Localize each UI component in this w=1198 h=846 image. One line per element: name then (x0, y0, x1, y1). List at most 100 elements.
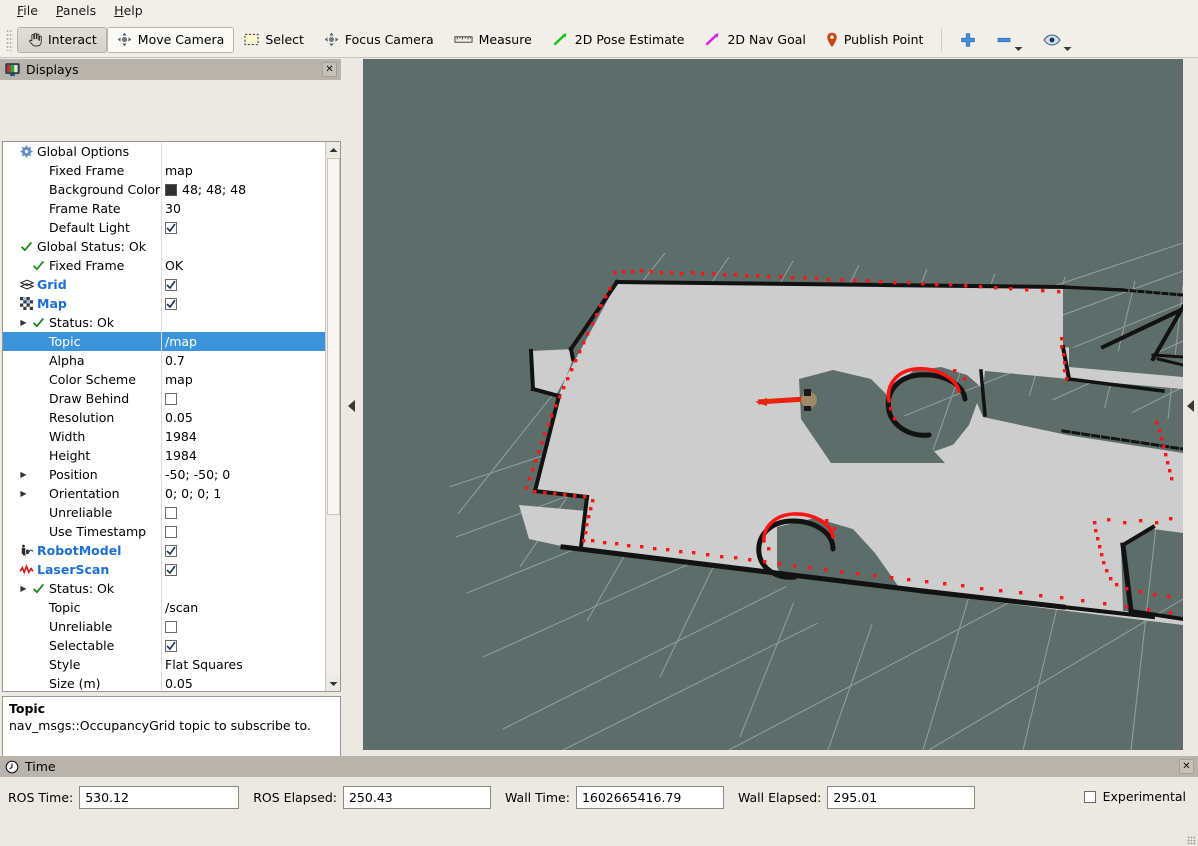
tree-row[interactable]: Unreliable (3, 617, 326, 636)
tree-row-value-cell[interactable] (161, 545, 326, 557)
tree-row-value-cell[interactable]: map (161, 372, 326, 387)
time-close-button[interactable]: ✕ (1179, 759, 1194, 774)
tree-row[interactable]: ▶Position-50; -50; 0 (3, 465, 326, 484)
tree-row[interactable]: Fixed Framemap (3, 161, 326, 180)
render-viewport-3d[interactable] (363, 59, 1183, 750)
tree-row[interactable]: Topic/map (3, 332, 326, 351)
tool-select[interactable]: Select (234, 27, 314, 53)
scroll-down-arrow-icon[interactable] (326, 676, 341, 691)
ros-elapsed-input[interactable]: 250.43 (343, 786, 491, 809)
experimental-checkbox-group[interactable]: Experimental (1084, 789, 1186, 804)
tool-2d-nav-goal[interactable]: 2D Nav Goal (694, 27, 815, 53)
tree-row[interactable]: Global Status: Ok (3, 237, 326, 256)
tree-row-checkbox[interactable] (165, 222, 177, 234)
wall-time-input[interactable]: 1602665416.79 (576, 786, 724, 809)
tool-move-camera[interactable]: Move Camera (107, 27, 235, 53)
tree-row[interactable]: ▶Status: Ok (3, 579, 326, 598)
tree-row[interactable]: Global Options (3, 142, 326, 161)
tool-measure[interactable]: Measure (444, 27, 542, 53)
tree-column-divider[interactable] (161, 142, 162, 691)
tool-focus-camera[interactable]: Focus Camera (314, 27, 444, 53)
expand-arrow-icon[interactable]: ▶ (17, 584, 30, 593)
tree-row-checkbox[interactable] (165, 564, 177, 576)
right-splitter-handle[interactable] (1183, 59, 1198, 753)
left-splitter-handle[interactable] (341, 59, 361, 753)
tree-row-checkbox[interactable] (165, 279, 177, 291)
tree-row-value-cell[interactable]: 48; 48; 48 (161, 182, 326, 197)
expand-arrow-icon[interactable]: ▶ (17, 470, 30, 479)
tree-row[interactable]: Size (m)0.05 (3, 674, 326, 691)
tree-row[interactable]: Frame Rate30 (3, 199, 326, 218)
tree-row[interactable]: Use Timestamp (3, 522, 326, 541)
scrollbar-thumb[interactable] (327, 158, 340, 515)
tree-row-value-cell[interactable]: -50; -50; 0 (161, 467, 326, 482)
scroll-up-arrow-icon[interactable] (326, 142, 341, 157)
experimental-checkbox[interactable] (1084, 791, 1096, 803)
tree-row[interactable]: Grid (3, 275, 326, 294)
tool-visibility-button[interactable] (1033, 27, 1082, 53)
window-resize-grip[interactable] (1187, 836, 1196, 845)
menu-file[interactable]: File (8, 1, 47, 21)
displays-tree-scrollbar[interactable] (325, 142, 340, 691)
tree-row-checkbox[interactable] (165, 393, 177, 405)
tree-row[interactable]: Color Schememap (3, 370, 326, 389)
menu-panels[interactable]: Panels (47, 1, 105, 21)
displays-tree[interactable]: Global OptionsFixed FramemapBackground C… (3, 142, 326, 691)
tree-row[interactable]: RobotModel (3, 541, 326, 560)
tree-row-value-cell[interactable] (161, 564, 326, 576)
expand-arrow-icon[interactable]: ▶ (17, 318, 30, 327)
tree-row[interactable]: Selectable (3, 636, 326, 655)
tree-row[interactable]: Height1984 (3, 446, 326, 465)
tree-row[interactable]: Map (3, 294, 326, 313)
tree-row[interactable]: ▶Status: Ok (3, 313, 326, 332)
expand-arrow-icon[interactable]: ▶ (17, 489, 30, 498)
tree-row[interactable]: Alpha0.7 (3, 351, 326, 370)
displays-close-button[interactable]: ✕ (322, 62, 337, 77)
tree-row-value-cell[interactable]: OK (161, 258, 326, 273)
tree-row-value-cell[interactable]: Flat Squares (161, 657, 326, 672)
tree-row-value-cell[interactable]: 0.05 (161, 410, 326, 425)
tree-row[interactable]: Fixed FrameOK (3, 256, 326, 275)
tree-row-value-cell[interactable]: /map (161, 334, 326, 349)
tree-row-value-cell[interactable]: 1984 (161, 448, 326, 463)
tree-row-value-cell[interactable] (161, 279, 326, 291)
tree-row-checkbox[interactable] (165, 298, 177, 310)
remove-tool-button[interactable] (986, 27, 1033, 53)
tree-row-value-cell[interactable]: 0.7 (161, 353, 326, 368)
tree-row[interactable]: StyleFlat Squares (3, 655, 326, 674)
ros-time-input[interactable]: 530.12 (79, 786, 239, 809)
tool-interact[interactable]: Interact (17, 27, 107, 53)
tree-row[interactable]: ▶Orientation0; 0; 0; 1 (3, 484, 326, 503)
tree-row-value-cell[interactable]: map (161, 163, 326, 178)
tree-row-value-cell[interactable] (161, 298, 326, 310)
tree-row-value-cell[interactable]: /scan (161, 600, 326, 615)
menu-help[interactable]: Help (105, 1, 152, 21)
tree-row[interactable]: Width1984 (3, 427, 326, 446)
tree-row-value-cell[interactable] (161, 640, 326, 652)
tree-row[interactable]: Unreliable (3, 503, 326, 522)
tree-row-value-cell[interactable] (161, 393, 326, 405)
tree-row-checkbox[interactable] (165, 526, 177, 538)
tree-row-value-cell[interactable]: 0.05 (161, 676, 326, 691)
tool-publish-point[interactable]: Publish Point (816, 27, 934, 53)
tree-row-checkbox[interactable] (165, 507, 177, 519)
tree-row-value-cell[interactable]: 1984 (161, 429, 326, 444)
tree-row[interactable]: Default Light (3, 218, 326, 237)
tree-row-value-cell[interactable] (161, 526, 326, 538)
color-swatch[interactable] (165, 184, 177, 196)
toolbar-grip[interactable] (6, 29, 13, 51)
tree-row-checkbox[interactable] (165, 640, 177, 652)
tool-2d-pose-estimate[interactable]: 2D Pose Estimate (542, 27, 695, 53)
tree-row-value-cell[interactable] (161, 222, 326, 234)
tree-row-value-cell[interactable]: 30 (161, 201, 326, 216)
tree-row[interactable]: LaserScan (3, 560, 326, 579)
add-tool-button[interactable] (950, 27, 986, 53)
tree-row-value-cell[interactable] (161, 507, 326, 519)
wall-elapsed-input[interactable]: 295.01 (827, 786, 975, 809)
tree-row[interactable]: Background Color48; 48; 48 (3, 180, 326, 199)
tree-row[interactable]: Topic/scan (3, 598, 326, 617)
tree-row[interactable]: Resolution0.05 (3, 408, 326, 427)
tree-row-value-cell[interactable]: 0; 0; 0; 1 (161, 486, 326, 501)
tree-row-checkbox[interactable] (165, 621, 177, 633)
tree-row[interactable]: Draw Behind (3, 389, 326, 408)
